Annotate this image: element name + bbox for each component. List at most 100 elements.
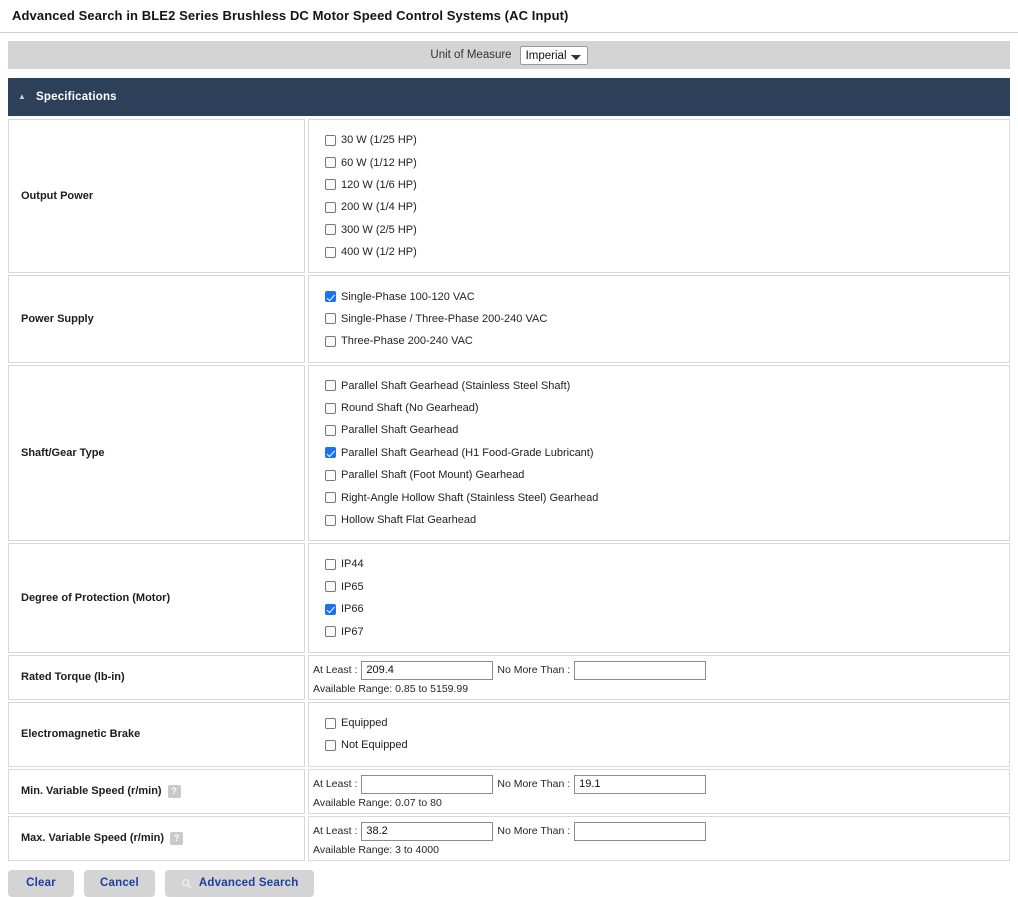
checkbox-item[interactable]: 400 W (1/2 HP) [325, 241, 1009, 263]
checkbox-unchecked-icon[interactable] [325, 402, 336, 414]
spec-row: Power Supply Single-Phase 100-120 VAC Sing… [8, 275, 1010, 363]
checkbox-unchecked-icon[interactable] [325, 157, 336, 169]
checkbox-checked-icon[interactable] [325, 447, 336, 459]
spec-row: Degree of Protection (Motor) IP44 IP65 IP66… [8, 543, 1010, 653]
no-more-than-input[interactable] [574, 660, 707, 680]
available-range-note: Available Range: 3 to 4000 [313, 843, 439, 856]
range-inputs-line: At Least : No More Than : [313, 660, 1009, 680]
spec-row-label: Max. Variable Speed (r/min) [21, 832, 165, 845]
checkbox-checked-icon[interactable] [325, 291, 336, 303]
at-least-input[interactable] [361, 821, 494, 841]
caret-up-icon[interactable]: ▲ [8, 93, 36, 101]
checkbox-item[interactable]: 200 W (1/4 HP) [325, 196, 1009, 218]
checkbox-item[interactable]: Parallel Shaft Gearhead (H1 Food-Grade L… [325, 442, 1009, 464]
spec-row-label-cell: Power Supply [8, 275, 305, 363]
cancel-button[interactable]: Cancel [84, 869, 155, 897]
checkbox-label: Equipped [341, 717, 388, 729]
checkbox-label: Round Shaft (No Gearhead) [341, 402, 479, 415]
checkbox-unchecked-icon[interactable] [325, 424, 336, 436]
checkbox-item[interactable]: 120 W (1/6 HP) [325, 174, 1009, 196]
spec-row-label: Degree of Protection (Motor) [21, 592, 171, 605]
checkbox-unchecked-icon[interactable] [325, 380, 336, 392]
checkbox-item[interactable]: Right-Angle Hollow Shaft (Stainless Stee… [325, 486, 1009, 508]
checkbox-item[interactable]: Not Equipped [325, 734, 1009, 756]
checkbox-item[interactable]: Round Shaft (No Gearhead) [325, 397, 1009, 419]
checkbox-label: Single-Phase / Three-Phase 200-240 VAC [341, 312, 548, 325]
unit-of-measure-select[interactable]: ImperialMetric [519, 45, 588, 65]
checkbox-unchecked-icon[interactable] [325, 626, 336, 638]
checkbox-label: 120 W (1/6 HP) [341, 178, 417, 191]
checkbox-unchecked-icon[interactable] [325, 739, 336, 751]
checkbox-list: IP44 IP65 IP66 IP67 [325, 553, 1009, 643]
checkbox-item[interactable]: 60 W (1/12 HP) [325, 151, 1009, 173]
checkbox-unchecked-icon[interactable] [325, 179, 336, 191]
checkbox-item[interactable]: 30 W (1/25 HP) [325, 129, 1009, 151]
checkbox-item[interactable]: Three-Phase 200-240 VAC [325, 330, 1009, 352]
at-least-input[interactable] [361, 774, 494, 794]
checkbox-item[interactable]: Parallel Shaft Gearhead [325, 419, 1009, 441]
no-more-than-label: No More Than : [497, 778, 571, 791]
checkbox-item[interactable]: IP66 [325, 598, 1009, 620]
checkbox-unchecked-icon[interactable] [325, 335, 336, 347]
at-least-input[interactable] [361, 660, 494, 680]
no-more-than-input[interactable] [574, 821, 707, 841]
advanced-search-button[interactable]: Advanced Search [164, 869, 315, 897]
checkbox-item[interactable]: Single-Phase 100-120 VAC [325, 285, 1009, 307]
checkbox-item[interactable]: 300 W (2/5 HP) [325, 219, 1009, 241]
advanced-search-label: Advanced Search [198, 877, 299, 890]
no-more-than-input[interactable] [574, 774, 707, 794]
page-title: Advanced Search in BLE2 Series Brushless… [12, 8, 569, 23]
checkbox-label: IP67 [341, 625, 364, 638]
checkbox-item[interactable]: IP44 [325, 553, 1009, 575]
checkbox-label: 400 W (1/2 HP) [341, 246, 417, 259]
checkbox-item[interactable]: IP67 [325, 620, 1009, 642]
checkbox-unchecked-icon[interactable] [325, 313, 336, 325]
no-more-than-label: No More Than : [497, 825, 571, 838]
checkbox-unchecked-icon[interactable] [325, 246, 336, 258]
checkbox-label: 30 W (1/25 HP) [341, 134, 417, 147]
checkbox-label: Hollow Shaft Flat Gearhead [341, 514, 477, 527]
checkbox-unchecked-icon[interactable] [325, 717, 336, 729]
checkbox-checked-icon[interactable] [325, 603, 336, 615]
spec-row: Max. Variable Speed (r/min)? At Least : No… [8, 815, 1010, 861]
help-question-icon[interactable]: ? [167, 784, 181, 798]
clear-button[interactable]: Clear [8, 869, 74, 897]
range-inputs-line: At Least : No More Than : [313, 774, 1009, 794]
checkbox-unchecked-icon[interactable] [325, 492, 336, 504]
checkbox-label: IP65 [341, 580, 364, 593]
checkbox-item[interactable]: Hollow Shaft Flat Gearhead [325, 509, 1009, 531]
checkbox-item[interactable]: Single-Phase / Three-Phase 200-240 VAC [325, 308, 1009, 330]
checkbox-item[interactable]: IP65 [325, 576, 1009, 598]
checkbox-label: Right-Angle Hollow Shaft (Stainless Stee… [341, 491, 599, 504]
at-least-label: At Least : [313, 664, 358, 677]
specifications-header[interactable]: ▲ Specifications [8, 78, 1010, 116]
spec-row-options-cell: Single-Phase 100-120 VAC Single-Phase / T… [308, 275, 1010, 363]
spec-row-range-cell: At Least : No More Than : Available Range:… [308, 768, 1010, 814]
spec-row-label-inner: Shaft/Gear Type [21, 447, 105, 459]
checkbox-unchecked-icon[interactable] [325, 469, 336, 481]
spec-row-label-inner: Power Supply [21, 313, 94, 325]
specifications-header-label: Specifications [36, 91, 117, 103]
checkbox-unchecked-icon[interactable] [325, 514, 336, 526]
unit-of-measure-label: Unit of Measure [430, 49, 512, 61]
checkbox-label: Not Equipped [341, 739, 408, 752]
checkbox-list: Equipped Not Equipped [325, 712, 1009, 757]
unit-of-measure-bar: Unit of Measure ImperialMetric [8, 41, 1010, 69]
spec-row-label-cell: Rated Torque (lb-in) [8, 654, 305, 700]
at-least-label: At Least : [313, 825, 358, 838]
spec-row-label-cell: Shaft/Gear Type [8, 364, 305, 542]
help-question-icon[interactable]: ? [170, 831, 184, 845]
checkbox-unchecked-icon[interactable] [325, 558, 336, 570]
checkbox-unchecked-icon[interactable] [325, 581, 336, 593]
spec-row-label: Min. Variable Speed (r/min) [21, 785, 162, 798]
spec-row-label-cell: Electromagnetic Brake [8, 701, 305, 767]
checkbox-item[interactable]: Parallel Shaft (Foot Mount) Gearhead [325, 464, 1009, 486]
checkbox-unchecked-icon[interactable] [325, 201, 336, 213]
checkbox-unchecked-icon[interactable] [325, 134, 336, 146]
checkbox-item[interactable]: Parallel Shaft Gearhead (Stainless Steel… [325, 375, 1009, 397]
checkbox-label: Three-Phase 200-240 VAC [341, 335, 473, 348]
checkbox-unchecked-icon[interactable] [325, 224, 336, 236]
checkbox-label: 200 W (1/4 HP) [341, 201, 417, 214]
spec-row-label: Power Supply [21, 312, 94, 325]
checkbox-item[interactable]: Equipped [325, 712, 1009, 734]
